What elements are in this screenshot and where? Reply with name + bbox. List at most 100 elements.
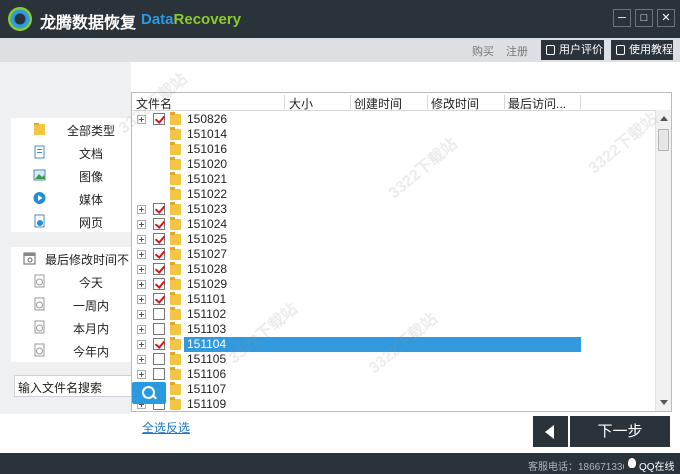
folder-icon	[170, 217, 181, 230]
expand-icon[interactable]	[137, 310, 146, 319]
expand-icon[interactable]	[137, 370, 146, 379]
row-checkbox[interactable]	[153, 323, 165, 335]
expand-icon[interactable]	[137, 280, 146, 289]
time-filter-today[interactable]: 今天	[11, 270, 131, 293]
time-filter-all[interactable]: 最后修改时间不限	[11, 247, 131, 270]
file-row[interactable]: 151109	[132, 397, 657, 411]
expand-icon[interactable]	[137, 325, 146, 334]
expand-icon[interactable]	[137, 205, 146, 214]
folder-icon	[170, 292, 181, 305]
expand-icon[interactable]	[137, 250, 146, 259]
type-filter-image[interactable]: 图像	[11, 164, 131, 187]
row-checkbox[interactable]	[153, 353, 165, 365]
title-bar: 龙腾数据恢复 DataRecovery ─ □ ✕	[0, 0, 680, 38]
file-name: 151021	[187, 172, 228, 186]
type-filter-media[interactable]: 媒体	[11, 187, 131, 210]
time-filter-year[interactable]: 今年内	[11, 339, 131, 362]
select-all-toggle-link[interactable]: 全选反选	[142, 419, 190, 436]
folder-icon	[170, 247, 181, 260]
column-created[interactable]: 创建时间	[354, 95, 402, 111]
file-row[interactable]: 151014	[132, 127, 657, 142]
tutorial-button[interactable]: 使用教程	[611, 40, 673, 60]
app-title: 龙腾数据恢复	[40, 13, 137, 32]
search-button[interactable]	[132, 382, 166, 404]
row-checkbox[interactable]	[153, 293, 165, 305]
column-size[interactable]: 大小	[289, 95, 313, 111]
file-row[interactable]: 151021	[132, 172, 657, 187]
file-name: 151103	[187, 322, 227, 336]
search-input[interactable]: 输入文件名搜索	[14, 375, 134, 397]
expand-icon[interactable]	[137, 265, 146, 274]
expand-icon[interactable]	[137, 295, 146, 304]
file-list[interactable]: 文件名 大小 创建时间 修改时间 最后访问... 150826 151014 151…	[131, 92, 672, 412]
file-row[interactable]: 150826	[132, 112, 657, 127]
vertical-scrollbar[interactable]	[655, 110, 671, 411]
column-modified[interactable]: 修改时间	[431, 95, 479, 111]
file-row[interactable]: 151101	[132, 292, 657, 307]
row-checkbox[interactable]	[153, 218, 165, 230]
file-row[interactable]: 151025	[132, 232, 657, 247]
search-placeholder: 输入文件名搜索	[18, 381, 103, 395]
file-row[interactable]: 151029	[132, 277, 657, 292]
close-button[interactable]: ✕	[657, 9, 675, 27]
qq-online-link[interactable]: QQ在线	[639, 458, 675, 473]
expand-icon[interactable]	[137, 220, 146, 229]
file-row[interactable]: 151106	[132, 367, 657, 382]
minimize-button[interactable]: ─	[613, 9, 631, 27]
support-phone: 客服电话：18667133600	[528, 462, 624, 473]
scroll-up-icon[interactable]	[660, 116, 668, 121]
scroll-down-icon[interactable]	[660, 400, 668, 405]
file-name: 151022	[187, 187, 228, 201]
time-filter-week[interactable]: 一周内	[11, 293, 131, 316]
column-filename[interactable]: 文件名	[136, 95, 172, 111]
back-button[interactable]	[533, 416, 568, 447]
file-row[interactable]: 151104	[132, 337, 657, 352]
file-row[interactable]: 151024	[132, 217, 657, 232]
file-row[interactable]: 151107	[132, 382, 657, 397]
file-row[interactable]: 151105	[132, 352, 657, 367]
next-step-button[interactable]: 下一步	[570, 416, 670, 447]
file-name: 151025	[187, 232, 228, 246]
row-checkbox[interactable]	[153, 278, 165, 290]
qq-penguin-icon	[628, 458, 636, 468]
row-checkbox[interactable]	[153, 338, 165, 350]
file-row[interactable]: 151023	[132, 202, 657, 217]
folder-icon	[170, 337, 181, 350]
register-link[interactable]: 注册	[506, 43, 528, 59]
folder-icon	[170, 307, 181, 320]
selection-highlight	[184, 337, 581, 352]
maximize-button[interactable]: □	[635, 9, 653, 27]
type-filter-all[interactable]: 全部类型	[11, 118, 131, 141]
buy-link[interactable]: 购买	[472, 43, 494, 59]
file-row[interactable]: 151022	[132, 187, 657, 202]
scroll-thumb[interactable]	[658, 129, 669, 151]
expand-icon[interactable]	[137, 340, 146, 349]
calendar-icon	[23, 252, 36, 265]
row-checkbox[interactable]	[153, 368, 165, 380]
file-row[interactable]: 151028	[132, 262, 657, 277]
file-name: 151027	[187, 247, 228, 261]
user-review-button[interactable]: 用户评价	[541, 40, 604, 60]
row-checkbox[interactable]	[153, 308, 165, 320]
file-row[interactable]: 151027	[132, 247, 657, 262]
file-name: 151024	[187, 217, 228, 231]
file-row[interactable]: 151016	[132, 142, 657, 157]
file-row[interactable]: 151102	[132, 307, 657, 322]
type-filter-webpage[interactable]: 网页	[11, 210, 131, 233]
expand-icon[interactable]	[137, 235, 146, 244]
file-name: 151102	[187, 307, 227, 321]
row-checkbox[interactable]	[153, 203, 165, 215]
time-filter-month[interactable]: 本月内	[11, 316, 131, 339]
expand-icon[interactable]	[137, 115, 146, 124]
type-filter-panel: 全部类型 文档 图像 媒体 网页	[11, 118, 131, 232]
row-checkbox[interactable]	[153, 263, 165, 275]
row-checkbox[interactable]	[153, 248, 165, 260]
row-checkbox[interactable]	[153, 113, 165, 125]
app-title-en: DataRecovery	[141, 11, 242, 28]
expand-icon[interactable]	[137, 355, 146, 364]
column-last-access[interactable]: 最后访问...	[508, 95, 566, 111]
file-row[interactable]: 151103	[132, 322, 657, 337]
file-row[interactable]: 151020	[132, 157, 657, 172]
type-filter-document[interactable]: 文档	[11, 141, 131, 164]
row-checkbox[interactable]	[153, 233, 165, 245]
